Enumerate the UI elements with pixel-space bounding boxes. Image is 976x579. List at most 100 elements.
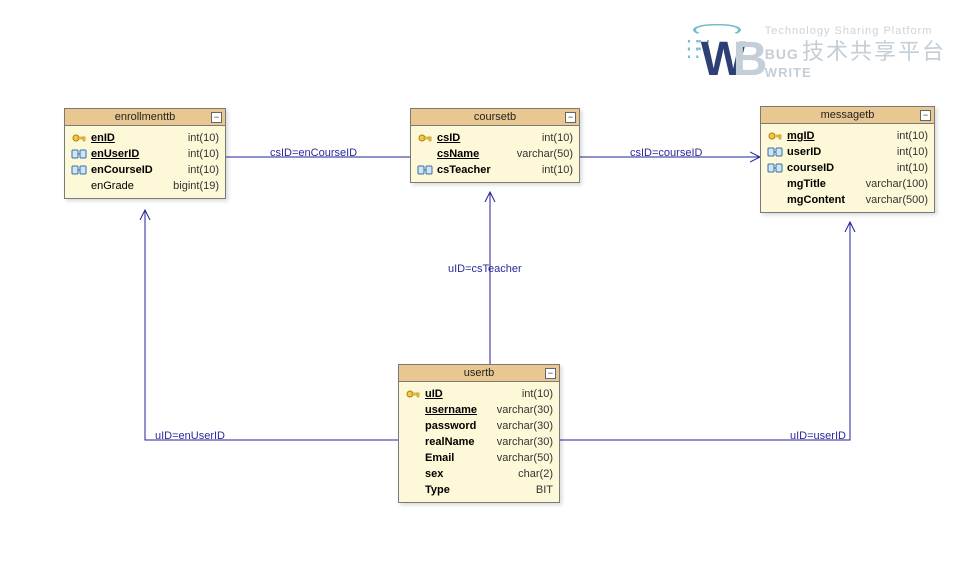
foreign-key-icon [71, 147, 87, 161]
table-header[interactable]: coursetb − [411, 109, 579, 126]
column-type: bigint(19) [173, 180, 219, 192]
column-type: char(2) [518, 468, 553, 480]
column-name: uID [425, 388, 518, 400]
table-body: mgIDint(10)userIDint(10) courseID int(10) m… [761, 124, 934, 212]
watermark-bug: BUG [765, 46, 799, 62]
table-usertb[interactable]: usertb − uIDint(10)usernamevarchar(30)pa… [398, 364, 560, 503]
table-header[interactable]: messagetb − [761, 107, 934, 124]
rel-label-csid-courseid: csID=courseID [630, 147, 702, 159]
column-row[interactable]: Email varchar(50) [405, 450, 553, 466]
watermark-cn: 技术共享平台 [802, 39, 946, 64]
table-header[interactable]: enrollmenttb − [65, 109, 225, 126]
column-row[interactable]: enCourseID int(10) [71, 162, 219, 178]
watermark-logo: ∷∷∷ W B Technology Sharing Platform BUG … [687, 18, 946, 88]
column-row[interactable]: realName varchar(30) [405, 434, 553, 450]
column-row[interactable]: enIDint(10) [71, 130, 219, 146]
collapse-icon[interactable]: − [565, 112, 576, 123]
collapse-icon[interactable]: − [211, 112, 222, 123]
er-diagram-canvas[interactable]: csID=enCourseID csID=courseID uID=csTeac… [0, 0, 976, 579]
collapse-icon[interactable]: − [545, 368, 556, 379]
blank-icon [405, 435, 421, 449]
column-type: int(10) [897, 162, 928, 174]
column-type: varchar(50) [497, 452, 553, 464]
column-type: BIT [536, 484, 553, 496]
column-row[interactable]: csNamevarchar(50) [417, 146, 573, 162]
column-type: int(10) [542, 132, 573, 144]
column-row[interactable]: csID int(10) [417, 130, 573, 146]
column-name: realName [425, 436, 493, 448]
primary-key-icon [417, 131, 433, 145]
column-row[interactable]: mgTitlevarchar(100) [767, 176, 928, 192]
column-type: int(10) [188, 164, 219, 176]
watermark-write: WRITE [765, 65, 946, 81]
primary-key-icon [71, 131, 87, 145]
column-row[interactable]: csTeacher int(10) [417, 162, 573, 178]
column-name: userID [787, 146, 893, 158]
blank-icon [417, 147, 433, 161]
column-row[interactable]: username varchar(30) [405, 402, 553, 418]
column-name: courseID [787, 162, 893, 174]
column-row[interactable]: userIDint(10) [767, 144, 928, 160]
blank-icon [405, 483, 421, 497]
column-type: varchar(30) [497, 436, 553, 448]
rel-label-uid-csteacher: uID=csTeacher [448, 263, 522, 275]
column-type: varchar(30) [497, 404, 553, 416]
table-title: messagetb [821, 109, 875, 121]
blank-icon [405, 419, 421, 433]
column-name: password [425, 420, 493, 432]
table-body: uID int(10) username varchar(30) password var… [399, 382, 559, 502]
column-name: enCourseID [91, 164, 184, 176]
blank-icon [767, 177, 783, 191]
column-row[interactable]: sex char(2) [405, 466, 553, 482]
column-type: varchar(500) [866, 194, 928, 206]
column-name: mgID [787, 130, 893, 142]
column-row[interactable]: enUserID int(10) [71, 146, 219, 162]
table-title: coursetb [474, 111, 516, 123]
primary-key-icon [767, 129, 783, 143]
column-name: enID [91, 132, 184, 144]
rel-label-uid-userid: uID=userID [790, 430, 846, 442]
foreign-key-icon [767, 145, 783, 159]
column-row[interactable]: uID int(10) [405, 386, 553, 402]
column-row[interactable]: enGrade bigint(19) [71, 178, 219, 194]
column-row[interactable]: mgContentvarchar(500) [767, 192, 928, 208]
column-type: int(10) [522, 388, 553, 400]
column-name: enUserID [91, 148, 184, 160]
wb-logo-icon: ∷∷∷ W B [687, 18, 757, 88]
blank-icon [405, 451, 421, 465]
column-name: username [425, 404, 493, 416]
table-enrollmenttb[interactable]: enrollmenttb − enIDint(10)enUserIDint(10… [64, 108, 226, 199]
table-body: csID int(10) csNamevarchar(50) csTeacher int… [411, 126, 579, 182]
blank-icon [71, 179, 87, 193]
rel-label-csid-encourseid: csID=enCourseID [270, 147, 357, 159]
foreign-key-icon [417, 163, 433, 177]
column-type: int(10) [188, 148, 219, 160]
column-type: varchar(30) [497, 420, 553, 432]
column-row[interactable]: mgIDint(10) [767, 128, 928, 144]
column-row[interactable]: Type BIT [405, 482, 553, 498]
column-type: varchar(100) [866, 178, 928, 190]
column-row[interactable]: courseID int(10) [767, 160, 928, 176]
table-messagetb[interactable]: messagetb − mgIDint(10)userIDint(10)cour… [760, 106, 935, 213]
foreign-key-icon [767, 161, 783, 175]
watermark-tagline: Technology Sharing Platform [765, 25, 946, 38]
foreign-key-icon [71, 163, 87, 177]
blank-icon [405, 403, 421, 417]
table-title: usertb [464, 367, 495, 379]
column-name: Email [425, 452, 493, 464]
column-name: enGrade [91, 180, 169, 192]
column-row[interactable]: password varchar(30) [405, 418, 553, 434]
blank-icon [405, 467, 421, 481]
column-name: sex [425, 468, 514, 480]
table-coursetb[interactable]: coursetb − csIDint(10)csNamevarchar(50)c… [410, 108, 580, 183]
column-type: int(10) [542, 164, 573, 176]
table-body: enIDint(10) enUserID int(10) enCourseID int(… [65, 126, 225, 198]
column-name: Type [425, 484, 532, 496]
rel-label-uid-enuserid: uID=enUserID [155, 430, 225, 442]
table-title: enrollmenttb [115, 111, 176, 123]
column-name: csID [437, 132, 538, 144]
collapse-icon[interactable]: − [920, 110, 931, 121]
blank-icon [767, 193, 783, 207]
column-name: csTeacher [437, 164, 538, 176]
table-header[interactable]: usertb − [399, 365, 559, 382]
